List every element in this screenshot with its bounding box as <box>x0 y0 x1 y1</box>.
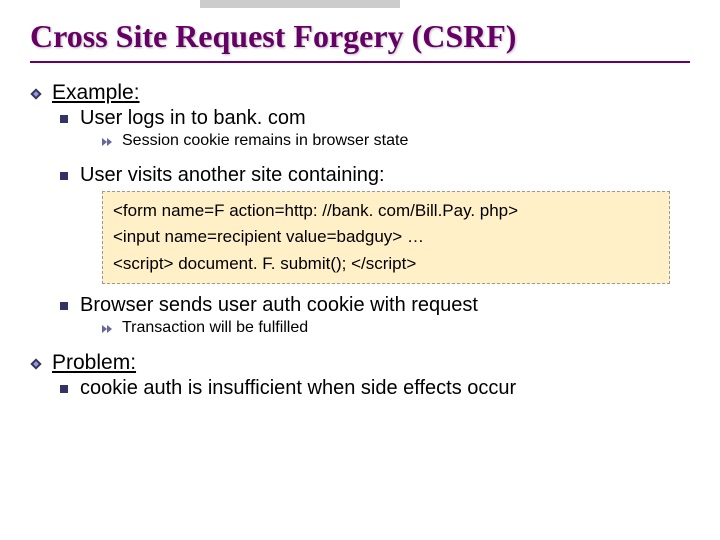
item-text: User visits another site containing: <box>80 164 385 187</box>
list-item: Browser sends user auth cookie with requ… <box>60 294 690 317</box>
diamond-bullet-icon <box>30 358 42 370</box>
square-bullet-icon <box>60 302 68 310</box>
item-text: Transaction will be fulfilled <box>122 319 308 337</box>
list-item: User visits another site containing: <box>60 164 690 187</box>
decorative-top-bar <box>200 0 400 8</box>
problem-heading-row: Problem: <box>30 351 690 375</box>
code-line: <form name=F action=http: //bank. com/Bi… <box>113 198 659 224</box>
item-text: Session cookie remains in browser state <box>122 132 408 150</box>
slide-title: Cross Site Request Forgery (CSRF) <box>30 18 690 63</box>
example-heading: Example: <box>52 81 140 105</box>
item-text: cookie auth is insufficient when side ef… <box>80 377 516 400</box>
slide-content: Cross Site Request Forgery (CSRF) Exampl… <box>0 0 720 400</box>
problem-heading: Problem: <box>52 351 136 375</box>
square-bullet-icon <box>60 385 68 393</box>
chevron-bullet-icon <box>102 137 114 147</box>
list-item: User logs in to bank. com <box>60 107 690 130</box>
chevron-bullet-icon <box>102 324 114 334</box>
list-item: Session cookie remains in browser state <box>102 132 690 150</box>
diamond-bullet-icon <box>30 88 42 100</box>
code-line: <input name=recipient value=badguy> … <box>113 224 659 250</box>
item-text: User logs in to bank. com <box>80 107 306 130</box>
square-bullet-icon <box>60 115 68 123</box>
example-heading-row: Example: <box>30 81 690 105</box>
list-item: cookie auth is insufficient when side ef… <box>60 377 690 400</box>
square-bullet-icon <box>60 172 68 180</box>
code-snippet-box: <form name=F action=http: //bank. com/Bi… <box>102 191 670 284</box>
list-item: Transaction will be fulfilled <box>102 319 690 337</box>
item-text: Browser sends user auth cookie with requ… <box>80 294 478 317</box>
code-line: <script> document. F. submit(); </script… <box>113 251 659 277</box>
